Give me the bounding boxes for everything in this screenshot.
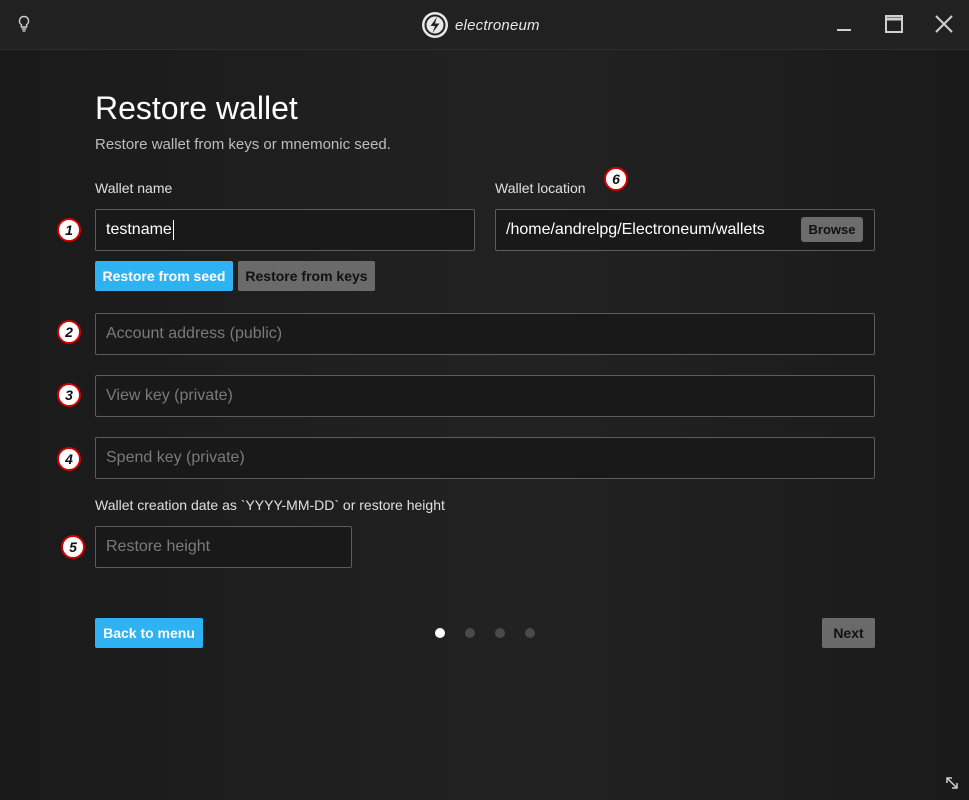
content-area (0, 50, 969, 800)
spend-key-input[interactable]: Spend key (private) (95, 437, 875, 479)
wallet-name-input[interactable]: testname (95, 209, 475, 251)
close-icon[interactable] (932, 12, 956, 36)
annotation-marker-6: 6 (604, 167, 628, 191)
app-brand: electroneum (421, 10, 540, 40)
back-to-menu-button[interactable]: Back to menu (95, 618, 203, 648)
view-key-placeholder: View key (private) (106, 387, 233, 404)
wallet-name-label: Wallet name (95, 180, 173, 196)
resize-icon[interactable] (944, 775, 960, 791)
account-address-input[interactable]: Account address (public) (95, 313, 875, 355)
annotation-marker-5: 5 (61, 535, 85, 559)
lightbulb-icon[interactable] (17, 15, 31, 33)
minimize-icon[interactable] (832, 12, 856, 36)
step-indicator-dot (525, 628, 535, 638)
annotation-marker-3: 3 (57, 383, 81, 407)
annotation-marker-1: 1 (57, 218, 81, 242)
restore-from-seed-button[interactable]: Restore from seed (95, 261, 233, 291)
annotation-marker-2: 2 (57, 320, 81, 344)
text-caret (172, 220, 174, 240)
annotation-marker-4: 4 (57, 447, 81, 471)
wallet-location-label: Wallet location (495, 180, 586, 196)
page-subtitle: Restore wallet from keys or mnemonic see… (95, 136, 391, 153)
creation-date-label: Wallet creation date as `YYYY-MM-DD` or … (95, 497, 445, 513)
restore-height-input[interactable]: Restore height (95, 526, 352, 568)
restore-height-placeholder: Restore height (106, 538, 211, 555)
next-button[interactable]: Next (822, 618, 875, 648)
electroneum-logo-icon (422, 12, 448, 38)
maximize-icon[interactable] (882, 12, 906, 36)
step-indicator-dot (495, 628, 505, 638)
browse-button[interactable]: Browse (801, 217, 863, 242)
step-indicator-dot (435, 628, 445, 638)
account-address-placeholder: Account address (public) (106, 325, 283, 342)
view-key-input[interactable]: View key (private) (95, 375, 875, 417)
wallet-name-value: testname (106, 221, 172, 238)
spend-key-placeholder: Spend key (private) (106, 449, 245, 466)
restore-from-keys-button[interactable]: Restore from keys (238, 261, 375, 291)
app-name: electroneum (455, 16, 540, 34)
step-indicator-dot (465, 628, 475, 638)
title-bar: electroneum (0, 0, 969, 50)
page-title: Restore wallet (95, 90, 298, 126)
wallet-location-value: /home/andrelpg/Electroneum/wallets (506, 221, 765, 238)
